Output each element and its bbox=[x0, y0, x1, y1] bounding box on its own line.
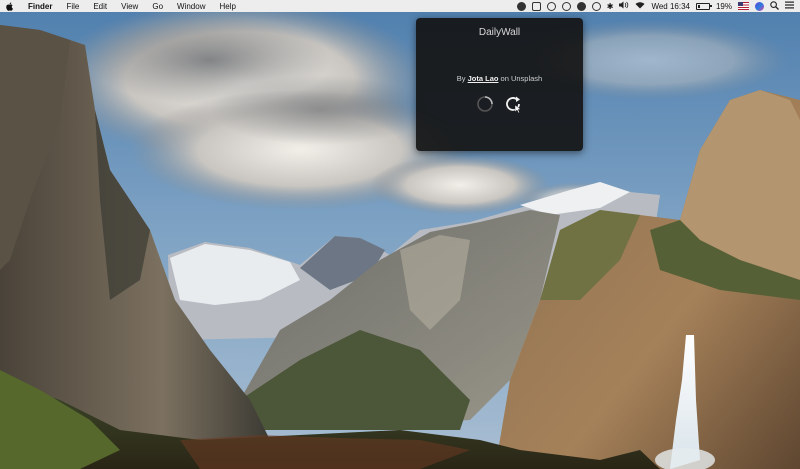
time-machine-icon[interactable] bbox=[591, 1, 601, 11]
author-link[interactable]: Jota Lao bbox=[468, 74, 499, 83]
loading-spinner-icon bbox=[475, 94, 495, 114]
clock[interactable]: Wed 16:34 bbox=[651, 2, 690, 11]
us-flag-icon[interactable] bbox=[738, 2, 749, 10]
wifi-icon[interactable] bbox=[635, 1, 645, 11]
info-icon[interactable] bbox=[561, 1, 571, 11]
app-name-menu[interactable]: Finder bbox=[28, 2, 52, 11]
spotlight-icon[interactable] bbox=[770, 0, 779, 12]
menu-go[interactable]: Go bbox=[152, 2, 163, 11]
desktop: Finder File Edit View Go Window Help ✱ W… bbox=[0, 0, 800, 469]
volume-icon[interactable] bbox=[619, 1, 629, 11]
menu-edit[interactable]: Edit bbox=[93, 2, 107, 11]
popover-title: DailyWall bbox=[478, 27, 521, 38]
menu-bar-right: ✱ Wed 16:34 19% bbox=[511, 0, 794, 12]
credit-prefix: By bbox=[456, 74, 468, 83]
siri-icon[interactable] bbox=[755, 1, 764, 11]
dropbox-icon[interactable] bbox=[546, 1, 556, 11]
credit-suffix: on Unsplash bbox=[498, 74, 543, 83]
menu-help[interactable]: Help bbox=[219, 2, 235, 11]
dailywall-popover: DailyWall By Jota Lao on Unsplash bbox=[416, 18, 583, 151]
desktop-wallpaper bbox=[0, 0, 800, 469]
battery-percent[interactable]: 19% bbox=[716, 2, 732, 11]
menu-window[interactable]: Window bbox=[177, 2, 205, 11]
bluetooth-icon[interactable]: ✱ bbox=[607, 2, 614, 11]
photo-credit: By Jota Lao on Unsplash bbox=[416, 74, 583, 83]
record-icon[interactable] bbox=[516, 1, 526, 11]
menu-bar-left: Finder File Edit View Go Window Help bbox=[6, 2, 250, 11]
notification-center-icon[interactable] bbox=[785, 1, 794, 11]
camera-icon[interactable] bbox=[531, 1, 541, 11]
lock-icon[interactable] bbox=[576, 1, 586, 11]
menu-file[interactable]: File bbox=[66, 2, 79, 11]
refresh-button[interactable] bbox=[503, 94, 523, 114]
apple-icon[interactable] bbox=[6, 2, 14, 11]
menu-bar: Finder File Edit View Go Window Help ✱ W… bbox=[0, 0, 800, 12]
battery-icon[interactable] bbox=[695, 2, 712, 10]
refresh-icon[interactable] bbox=[503, 94, 523, 114]
menu-view[interactable]: View bbox=[121, 2, 138, 11]
